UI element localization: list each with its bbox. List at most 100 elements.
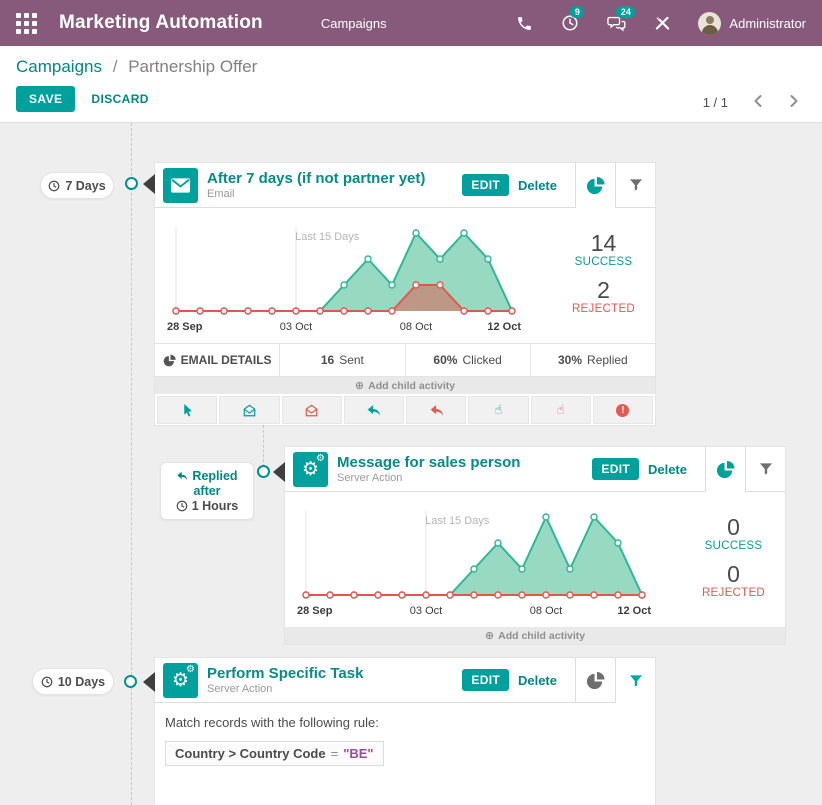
activity-title[interactable]: Perform Specific Task [207, 665, 462, 682]
discard-button[interactable]: DISCARD [91, 92, 148, 106]
tab-filter[interactable] [745, 447, 785, 492]
activity-type: Server Action [207, 683, 462, 695]
rule-field: Country > Country Code [175, 746, 326, 761]
card-pointer-arrow [143, 174, 155, 194]
tools-icon[interactable] [652, 13, 672, 33]
svg-text:03 Oct: 03 Oct [410, 605, 442, 617]
card-pointer-arrow [273, 462, 285, 482]
breadcrumb-campaigns[interactable]: Campaigns [16, 57, 102, 76]
tab-graph[interactable] [705, 447, 745, 492]
messages-icon[interactable]: 24 [606, 13, 626, 33]
trigger-badge-10-days[interactable]: 10 Days [32, 668, 114, 695]
top-bar: Marketing Automation Campaigns 9 24 Admi… [0, 0, 822, 46]
activity-card-specific-task: Perform Specific Task Server Action EDIT… [155, 658, 655, 805]
control-panel: Campaigns / Partnership Offer SAVE DISCA… [0, 46, 822, 123]
rejected-count: 2 [558, 277, 649, 303]
success-count: 0 [688, 514, 779, 540]
success-count: 14 [558, 230, 649, 256]
filter-icon [628, 177, 644, 193]
svg-text:08 Oct: 08 Oct [400, 321, 432, 333]
pager-next-button[interactable] [787, 92, 802, 113]
activities-icon[interactable]: 9 [560, 13, 580, 33]
apps-menu-icon[interactable] [16, 13, 37, 34]
email-details-header: EMAIL DETAILS [155, 344, 280, 376]
replied-stat[interactable]: 30%Replied [531, 344, 655, 376]
svg-text:12 Oct: 12 Oct [617, 605, 651, 617]
tab-graph[interactable] [575, 163, 615, 208]
trigger-badge-7-days[interactable]: 7 Days [40, 172, 114, 199]
success-label: SUCCESS [688, 540, 779, 552]
timeline-line [131, 123, 132, 805]
pager-value: 1 / 1 [703, 95, 728, 110]
tab-graph[interactable] [575, 658, 615, 703]
user-avatar [698, 12, 721, 35]
timeline-node [125, 177, 138, 190]
clicked-icon[interactable] [468, 396, 528, 424]
reply-icon [176, 471, 188, 481]
edit-button[interactable]: EDIT [462, 669, 509, 691]
pie-chart-icon [163, 354, 176, 367]
svg-text:08 Oct: 08 Oct [530, 605, 562, 617]
activity-card-server-action: Message for sales person Server Action E… [285, 447, 785, 644]
server-action-icon [163, 663, 198, 698]
activity-title[interactable]: After 7 days (if not partner yet) [207, 170, 462, 187]
edit-button[interactable]: EDIT [592, 458, 639, 480]
filter-icon [758, 461, 774, 477]
add-child-activity-button[interactable]: Add child activity [155, 377, 655, 394]
breadcrumb: Campaigns / Partnership Offer [16, 57, 806, 77]
rule-value: "BE" [343, 746, 373, 761]
child-trigger-strip [155, 394, 655, 425]
email-activity-icon [163, 168, 198, 203]
delete-button[interactable]: Delete [518, 673, 557, 688]
envelope-opened-icon[interactable] [219, 396, 279, 424]
pager-previous-button[interactable] [750, 92, 765, 113]
delete-button[interactable]: Delete [648, 462, 687, 477]
svg-text:28 Sep: 28 Sep [297, 605, 333, 617]
mouse-pointer-icon[interactable] [157, 396, 217, 424]
plus-circle-icon [485, 629, 494, 642]
tab-filter[interactable] [615, 163, 655, 208]
messages-badge: 24 [616, 6, 635, 18]
sent-stat[interactable]: 16Sent [280, 344, 405, 376]
save-button[interactable]: SAVE [16, 86, 75, 112]
rejected-label: REJECTED [558, 303, 649, 315]
rule-operator: = [331, 746, 339, 761]
user-name: Administrator [729, 16, 806, 31]
clock-icon [176, 500, 188, 512]
server-action-icon [293, 452, 328, 487]
phone-icon[interactable] [514, 13, 534, 33]
activity-type: Email [207, 188, 462, 200]
trigger-badge-replied-after[interactable]: Replied after 1 Hours [160, 462, 254, 520]
rejected-label: REJECTED [688, 587, 779, 599]
breadcrumb-separator: / [113, 57, 118, 76]
pie-chart-icon [716, 460, 735, 479]
svg-text:28 Sep: 28 Sep [167, 321, 203, 333]
envelope-not-opened-icon[interactable] [282, 396, 342, 424]
activity-title[interactable]: Message for sales person [337, 454, 592, 471]
workflow-canvas: 7 Days After 7 days (if not partner yet)… [0, 123, 822, 805]
tab-filter[interactable] [615, 658, 655, 703]
add-child-activity-button[interactable]: Add child activity [285, 627, 785, 644]
rejected-count: 0 [688, 561, 779, 587]
bounced-icon[interactable] [593, 396, 653, 424]
svg-text:03 Oct: 03 Oct [280, 321, 312, 333]
svg-text:Last 15 Days: Last 15 Days [295, 231, 360, 243]
delete-button[interactable]: Delete [518, 178, 557, 193]
replied-icon[interactable] [344, 396, 404, 424]
activity-stats: 14 SUCCESS 2 REJECTED [558, 230, 655, 325]
clicked-stat[interactable]: 60%Clicked [406, 344, 531, 376]
filter-rule-intro: Match records with the following rule: [165, 715, 645, 730]
activity-graph: Last 15 Days 28 Sep 03 Oct 08 Oct 12 Oct [160, 213, 558, 341]
svg-text:12 Oct: 12 Oct [487, 321, 521, 333]
menu-campaigns[interactable]: Campaigns [321, 16, 387, 31]
trigger-label: 10 Days [58, 675, 105, 689]
filter-rule-chip[interactable]: Country > Country Code = "BE" [165, 741, 384, 766]
pie-chart-icon [586, 671, 605, 690]
not-replied-icon[interactable] [406, 396, 466, 424]
edit-button[interactable]: EDIT [462, 174, 509, 196]
filter-icon [628, 673, 644, 689]
clock-icon [48, 180, 60, 192]
not-clicked-icon[interactable] [531, 396, 591, 424]
user-menu[interactable]: Administrator [698, 12, 806, 35]
svg-text:Last 15 Days: Last 15 Days [425, 515, 490, 527]
